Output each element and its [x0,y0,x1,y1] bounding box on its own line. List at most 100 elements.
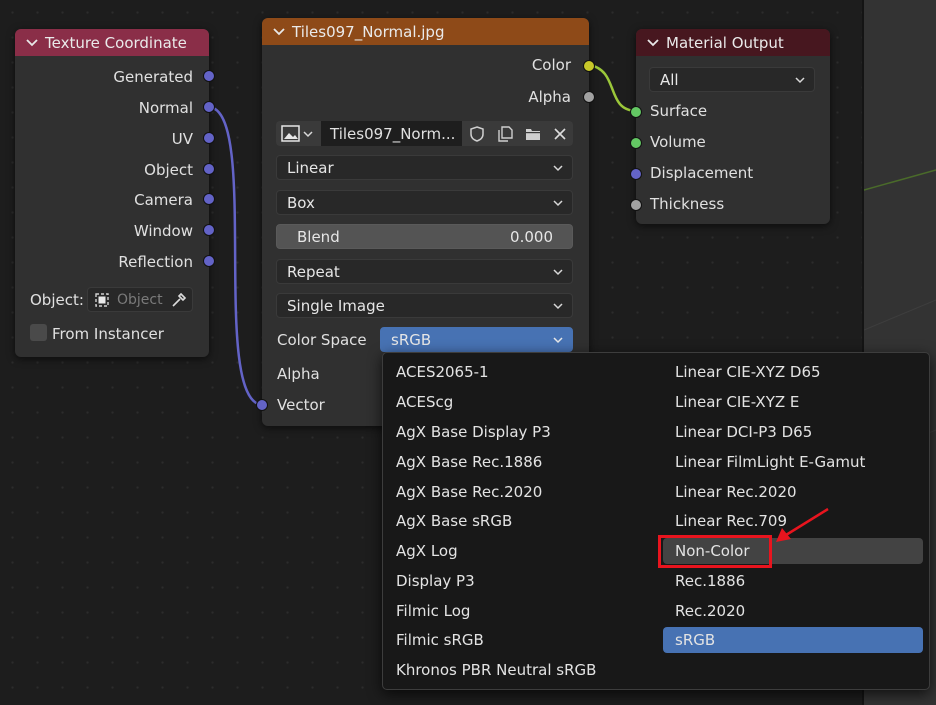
output-label: Generated [113,68,193,86]
duplicate-icon [498,125,513,142]
object-picker-field[interactable]: Object [87,287,193,312]
shield-icon [469,125,484,142]
color-space-value: sRGB [391,330,432,349]
object-placeholder: Object [117,291,163,308]
menu-item-agx-base-rec2020[interactable]: AgX Base Rec.2020 [384,479,652,505]
material-output-header[interactable]: Material Output [636,29,830,56]
input-volume-label: Volume [650,133,706,151]
socket-camera[interactable] [203,193,215,205]
socket-alpha-output[interactable] [583,91,595,103]
menu-item-agx-base-srgb[interactable]: AgX Base sRGB [384,508,652,534]
menu-item-rec2020[interactable]: Rec.2020 [663,598,923,624]
menu-item-label: Display P3 [396,572,475,590]
projection-dropdown[interactable]: Box [276,190,573,215]
socket-vector-input[interactable] [256,399,268,411]
chevron-down-icon [553,269,563,276]
open-image-button[interactable] [519,121,547,146]
socket-uv[interactable] [203,132,215,144]
chevron-down-icon [553,165,563,172]
image-name-text: Tiles097_Norm... [330,124,456,143]
output-label: Object [144,161,193,179]
menu-item-khronos-pbr-neutral-srgb[interactable]: Khronos PBR Neutral sRGB [384,657,652,683]
menu-item-agx-log[interactable]: AgX Log [384,538,652,564]
output-window: Window [134,221,193,241]
source-dropdown[interactable]: Single Image [276,293,573,318]
eyedropper-icon[interactable] [170,291,188,309]
material-output-node[interactable]: Material Output All Surface Volume Displ… [630,29,830,224]
menu-item-acescg[interactable]: ACEScg [384,389,652,415]
output-target-dropdown[interactable]: All [649,67,815,92]
menu-item-linear-cie-xyz-e[interactable]: Linear CIE-XYZ E [663,389,923,415]
menu-item-linear-dci-p3-d65[interactable]: Linear DCI-P3 D65 [663,419,923,445]
unlink-image-button[interactable] [547,121,573,146]
output-uv: UV [172,129,193,149]
output-target-value: All [660,70,679,89]
image-texture-header[interactable]: Tiles097_Normal.jpg [262,18,589,45]
from-instancer-label: From Instancer [52,325,164,343]
menu-item-label: Rec.1886 [675,572,746,590]
image-icon [281,124,300,142]
texture-coordinate-header[interactable]: Texture Coordinate [15,29,209,56]
menu-item-label: Rec.2020 [675,602,746,620]
menu-item-label: Linear CIE-XYZ D65 [675,363,821,381]
source-value: Single Image [287,296,385,315]
menu-item-label: Filmic sRGB [396,631,484,649]
output-label: Reflection [118,253,193,271]
duplicate-image-button[interactable] [491,121,519,146]
menu-item-rec1886[interactable]: Rec.1886 [663,568,923,594]
menu-item-linear-filmlight-e-gamut[interactable]: Linear FilmLight E-Gamut [663,449,923,475]
menu-item-label: AgX Base Display P3 [396,423,551,441]
menu-item-filmic-srgb[interactable]: Filmic sRGB [384,627,652,653]
interpolation-dropdown[interactable]: Linear [276,155,573,180]
menu-item-display-p3[interactable]: Display P3 [384,568,652,594]
socket-volume-input[interactable] [630,137,642,149]
menu-item-filmic-log[interactable]: Filmic Log [384,598,652,624]
chevron-down-icon [303,130,313,137]
output-object: Object [144,160,193,180]
blend-slider[interactable]: Blend 0.000 [276,224,573,249]
menu-item-label: Linear DCI-P3 D65 [675,423,813,441]
menu-item-label: AgX Log [396,542,458,560]
socket-color-output[interactable] [583,60,595,72]
annotation-highlight-box [658,535,772,568]
socket-thickness-input[interactable] [630,199,642,211]
menu-item-aces2065-1[interactable]: ACES2065-1 [384,359,652,385]
menu-item-label: Linear Rec.2020 [675,483,797,501]
chevron-down-icon[interactable] [272,27,286,37]
blend-label: Blend [297,227,340,246]
socket-normal[interactable] [203,101,215,113]
socket-displacement-input[interactable] [630,168,642,180]
output-label: Window [133,222,193,240]
menu-item-linear-cie-xyz-d65[interactable]: Linear CIE-XYZ D65 [663,359,923,385]
extension-dropdown[interactable]: Repeat [276,259,573,284]
image-browse-button[interactable] [276,121,321,146]
material-output-title: Material Output [666,33,784,52]
color-space-dropdown[interactable]: sRGB [380,327,573,352]
socket-surface-input[interactable] [630,106,642,118]
image-name-field[interactable]: Tiles097_Norm... [321,121,462,146]
menu-item-label: Linear CIE-XYZ E [675,393,800,411]
input-surface-label: Surface [650,102,708,120]
socket-window[interactable] [203,224,215,236]
socket-object[interactable] [203,163,215,175]
menu-item-agx-base-rec1886[interactable]: AgX Base Rec.1886 [384,449,652,475]
socket-generated[interactable] [203,70,215,82]
color-space-label: Color Space [277,331,367,349]
fake-user-button[interactable] [462,121,491,146]
blend-value: 0.000 [510,227,553,246]
close-icon [554,127,566,140]
chevron-down-icon[interactable] [646,38,660,48]
menu-item-agx-base-display-p3[interactable]: AgX Base Display P3 [384,419,652,445]
input-thickness-label: Thickness [650,195,725,213]
texture-coordinate-node[interactable]: Texture Coordinate Generated Normal UV O… [15,29,215,357]
socket-reflection[interactable] [203,255,215,267]
chevron-down-icon[interactable] [25,38,39,48]
extension-value: Repeat [287,262,340,281]
menu-item-srgb[interactable]: sRGB [663,627,923,653]
menu-item-label: AgX Base sRGB [396,512,513,530]
folder-icon [526,128,540,140]
from-instancer-checkbox[interactable] [30,324,47,341]
image-texture-title: Tiles097_Normal.jpg [292,22,445,41]
output-camera: Camera [134,190,193,210]
color-space-menu[interactable]: ACES2065-1 ACEScg AgX Base Display P3 Ag… [382,352,930,690]
